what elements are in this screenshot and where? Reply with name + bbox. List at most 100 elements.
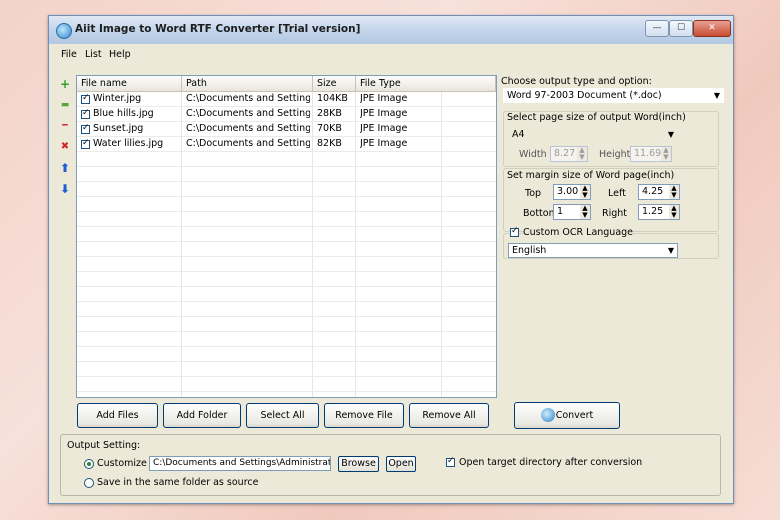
top-margin-field[interactable]: 3.00 ▲ ▼ [553,184,591,200]
window-title: Aiit Image to Word RTF Converter [Trial … [75,23,361,35]
menu-list[interactable]: List [85,49,102,60]
size-cell: 104KB [317,93,348,104]
top-value: 3.00 [557,186,579,197]
column-divider [441,92,442,397]
output-type-select[interactable]: Word 97-2003 Document (*.doc) ▼ [503,88,724,103]
file-list[interactable]: File name Path Size File Type Winter.jpg… [76,75,497,398]
delete-all-icon[interactable]: ✖ [59,141,71,153]
right-label: Right [602,208,628,219]
minimize-button[interactable]: — [645,20,669,37]
path-cell: C:\Documents and Setting... [186,123,310,134]
column-divider [312,92,313,397]
row-checkbox[interactable] [81,93,90,104]
output-setting-label: Output Setting: [67,440,141,451]
width-label: Width [519,149,547,160]
convert-button[interactable]: Convert [514,402,620,429]
menu-help[interactable]: Help [109,49,131,60]
right-margin-field[interactable]: 1.25 ▲ ▼ [638,204,680,220]
bottom-margin-field[interactable]: 1 ▲ ▼ [553,204,591,220]
chevron-down-icon: ▼ [667,246,674,255]
row-gridline [77,211,496,212]
ocr-language-select[interactable]: English ▼ [508,243,678,258]
row-gridline [77,361,496,362]
row-checkbox[interactable] [81,108,90,119]
column-header-path[interactable]: Path [182,76,313,92]
spinner-arrows-icon[interactable]: ▲ ▼ [669,185,679,199]
row-gridline [77,331,496,332]
row-checkbox[interactable] [81,138,90,149]
row-gridline [77,316,496,317]
left-margin-field[interactable]: 4.25 ▲ ▼ [638,184,680,200]
bottom-value: 1 [557,206,564,217]
menu-file[interactable]: File [61,49,77,60]
row-gridline [77,196,496,197]
output-type-label: Choose output type and option: [501,76,652,87]
row-gridline [77,376,496,377]
move-down-icon[interactable]: ⬇ [59,183,71,195]
column-header-file-name[interactable]: File name [77,76,182,92]
ocr-language-value: English [512,245,547,256]
remove-file-button[interactable]: Remove File [324,403,404,428]
path-cell: C:\Documents and Setting... [186,93,310,104]
type-cell: JPE Image [360,123,408,134]
title-bar[interactable]: Aiit Image to Word RTF Converter [Trial … [49,16,733,44]
open-target-checkbox[interactable] [446,456,455,467]
spinner-arrows-icon[interactable]: ▲ ▼ [669,205,679,219]
height-field: 11.69 ▲ ▼ [630,146,672,162]
ocr-label: Custom OCR Language [523,227,634,238]
select-all-button[interactable]: Select All [246,403,319,428]
chevron-down-icon: ▼ [667,130,674,139]
size-cell: 82KB [317,138,342,149]
spinner-arrows-icon: ▲ ▼ [577,147,587,161]
file-name-cell: Water lilies.jpg [93,138,164,149]
same-folder-radio[interactable] [84,478,94,488]
type-cell: JPE Image [360,108,408,119]
remove-icon[interactable]: ━ [59,120,71,132]
add-icon[interactable]: + [59,78,71,90]
add-files-button[interactable]: Add Files [77,403,158,428]
remove-all-button[interactable]: Remove All [409,403,489,428]
add-folder-icon[interactable]: ▬ [59,99,71,111]
path-cell: C:\Documents and Setting... [186,108,310,119]
column-divider [355,92,356,397]
width-field: 8.27 ▲ ▼ [550,146,588,162]
row-gridline [77,256,496,257]
file-name-cell: Blue hills.jpg [93,108,154,119]
column-divider [181,92,182,397]
column-header-file-type[interactable]: File Type [356,76,496,92]
move-up-icon[interactable]: ⬆ [59,162,71,174]
left-label: Left [608,188,626,199]
row-gridline [77,301,496,302]
height-value: 11.69 [634,148,662,159]
row-gridline [77,346,496,347]
margin-label: Set margin size of Word page(inch) [507,170,675,181]
browse-button[interactable]: Browse [338,456,379,472]
type-cell: JPE Image [360,93,408,104]
customize-label: Customize [97,458,147,469]
path-cell: C:\Documents and Setting... [186,138,310,149]
spinner-arrows-icon[interactable]: ▲ ▼ [580,205,590,219]
close-button[interactable]: ✕ [693,20,731,37]
width-value: 8.27 [554,148,576,159]
row-checkbox[interactable] [81,123,90,134]
row-gridline [77,286,496,287]
page-size-select[interactable]: A4 ▼ [508,127,678,142]
spinner-arrows-icon: ▲ ▼ [661,147,671,161]
open-button[interactable]: Open [386,456,416,472]
column-header-size[interactable]: Size [313,76,356,92]
app-window: Aiit Image to Word RTF Converter [Trial … [48,15,734,504]
top-label: Top [525,188,542,199]
maximize-button[interactable]: ☐ [669,20,693,37]
row-gridline [77,271,496,272]
output-path-input[interactable]: C:\Documents and Settings\Administrator\ [149,456,331,471]
open-target-label: Open target directory after conversion [459,457,643,468]
right-value: 1.25 [642,206,664,217]
file-name-cell: Sunset.jpg [93,123,144,134]
spinner-arrows-icon[interactable]: ▲ ▼ [580,185,590,199]
left-value: 4.25 [642,186,664,197]
customize-radio[interactable] [84,459,94,469]
page-size-value: A4 [512,129,525,140]
add-folder-button[interactable]: Add Folder [163,403,241,428]
ocr-checkbox[interactable] [510,226,519,237]
menu-bar: File List Help [49,46,733,62]
